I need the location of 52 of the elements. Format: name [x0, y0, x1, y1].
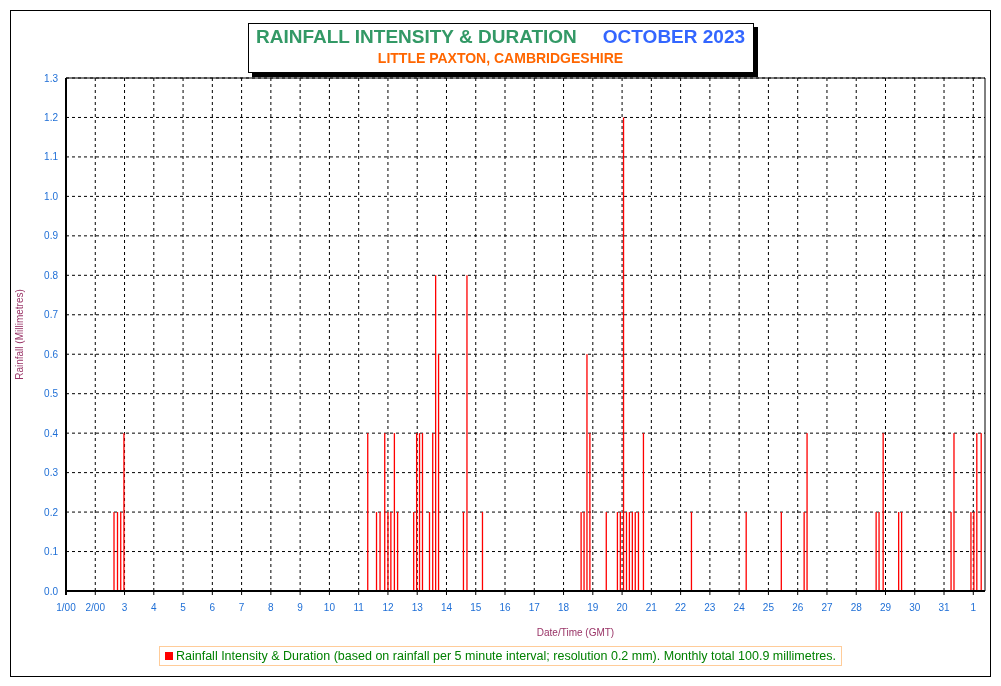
x-tick-label: 19	[587, 602, 599, 613]
x-tick-label: 13	[411, 602, 423, 613]
y-tick-label: 1.1	[44, 151, 58, 163]
y-tick-label: 0.4	[44, 427, 58, 439]
y-tick-label: 0.6	[44, 348, 58, 360]
x-tick-label: 20	[616, 602, 628, 613]
y-tick-label: 0.2	[44, 506, 58, 518]
x-tick-label: 27	[821, 602, 833, 613]
x-tick-label: 22	[675, 602, 687, 613]
chart-title: RAINFALL INTENSITY & DURATION	[255, 26, 577, 48]
y-tick-label: 0.3	[44, 467, 58, 479]
x-tick-label: 4	[151, 602, 157, 613]
y-axis-label: Rainfall (Millimetres)	[14, 289, 25, 380]
y-tick-label: 0.1	[44, 546, 58, 558]
x-tick-label: 25	[762, 602, 774, 613]
y-tick-label: 0.9	[44, 230, 58, 242]
x-tick-label: 17	[528, 602, 540, 613]
x-tick-label: 15	[470, 602, 482, 613]
y-tick-label: 1.0	[44, 190, 58, 202]
chart-period: OCTOBER 2023	[602, 26, 746, 48]
y-tick-label: 0.7	[44, 309, 58, 321]
x-tick-label: 1/00	[56, 602, 76, 613]
y-tick-label: 1.3	[44, 73, 58, 84]
x-tick-label: 3	[121, 602, 128, 613]
x-tick-label: 14	[440, 602, 453, 613]
x-tick-label: 21	[645, 602, 657, 613]
x-tick-label: 5	[180, 602, 186, 613]
x-axis-label: Date/Time (GMT)	[536, 627, 615, 638]
y-tick-label: 0.5	[44, 388, 58, 400]
x-tick-label: 10	[323, 602, 335, 613]
y-tick-label: 0.8	[44, 269, 58, 281]
x-tick-label: 29	[879, 602, 892, 613]
x-tick-label: 2/00	[85, 602, 105, 613]
x-tick-label: 1	[970, 602, 977, 613]
x-tick-label: 31	[938, 602, 950, 613]
y-tick-label: 0.0	[44, 585, 58, 597]
legend-text: Rainfall Intensity & Duration (based on rainfall per 5 minute interval; resolution 0.2 mm). Monthly total 100.9 millimetres.	[176, 649, 836, 663]
x-tick-label: 8	[268, 602, 274, 613]
x-tick-label: 23	[704, 602, 716, 613]
x-tick-label: 9	[297, 602, 303, 613]
x-tick-label: 12	[382, 602, 394, 613]
x-tick-label: 6	[209, 602, 216, 613]
x-tick-label: 28	[850, 602, 862, 613]
chart-subtitle: LITTLE PAXTON, CAMBRIDGESHIRE	[377, 50, 624, 66]
x-tick-label: 30	[909, 602, 921, 613]
x-tick-label: 16	[499, 602, 511, 613]
y-tick-label: 1.2	[44, 111, 58, 123]
x-tick-label: 18	[558, 602, 570, 613]
x-tick-label: 26	[792, 602, 804, 613]
x-tick-label: 24	[733, 602, 745, 613]
x-tick-label: 11	[353, 602, 364, 613]
x-tick-label: 7	[238, 602, 245, 613]
